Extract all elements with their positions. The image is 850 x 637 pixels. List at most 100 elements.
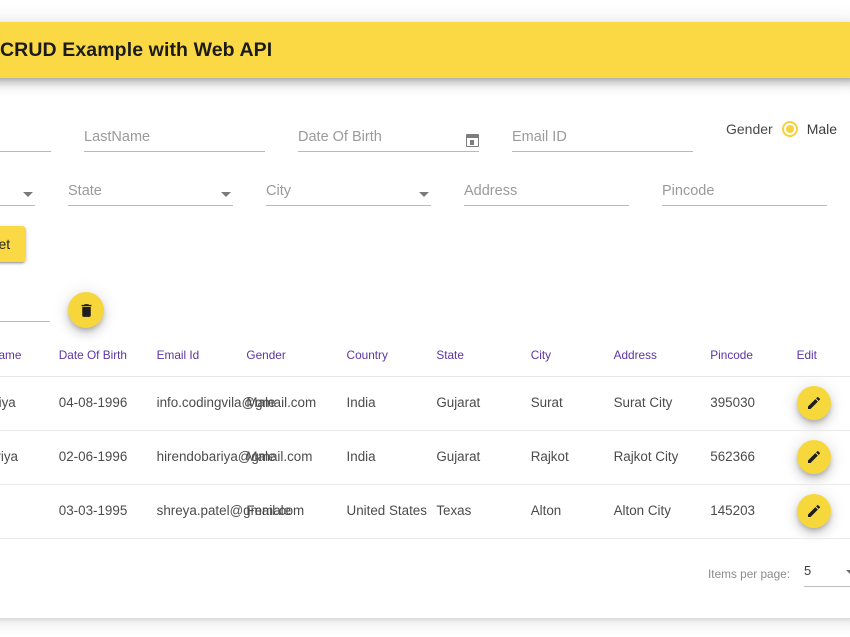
cell-pincode: 145203 xyxy=(710,484,797,539)
top-gutter xyxy=(0,0,850,22)
col-header-state: State xyxy=(436,334,531,377)
pencil-icon xyxy=(807,396,820,409)
first-name-field[interactable]: FirstName xyxy=(0,108,51,162)
table-row[interactable]: Nikunj Satasiya 04-08-1996 info.codingvi… xyxy=(0,376,850,431)
calendar-icon[interactable] xyxy=(466,134,479,147)
reset-button[interactable]: Reset xyxy=(0,226,27,262)
cell-state: Texas xyxy=(436,484,531,539)
cell-last-name: Satasiya xyxy=(0,376,59,431)
search-underline xyxy=(0,321,50,322)
city-underline xyxy=(266,205,431,206)
cell-country: India xyxy=(346,376,437,431)
state-placeholder: State xyxy=(68,183,102,199)
cell-last-name: Patel xyxy=(0,484,59,539)
table-body: Nikunj Satasiya 04-08-1996 info.codingvi… xyxy=(0,376,850,539)
address-underline xyxy=(464,205,629,206)
app-viewport: CRUD Example with Web API FirstName Last… xyxy=(0,0,850,637)
cell-address: Surat City xyxy=(613,376,711,431)
table-header-row: First Name Last Name Date Of Birth Email… xyxy=(0,334,850,377)
gender-label: Gender xyxy=(726,121,773,137)
cell-edit xyxy=(796,376,850,431)
content-card: FirstName LastName Date Of Birth Email I… xyxy=(0,86,850,618)
gender-radio-male-label: Male xyxy=(806,121,838,137)
date-of-birth-field[interactable]: Date Of Birth xyxy=(298,108,479,162)
form-row-2: Country State City xyxy=(0,162,850,216)
items-per-page-select[interactable]: 5 xyxy=(804,561,850,587)
col-header-gender: Gender xyxy=(246,334,347,377)
cell-pincode: 395030 xyxy=(710,376,797,431)
cell-city: Rajkot xyxy=(530,430,614,485)
chevron-down-icon[interactable] xyxy=(221,192,231,197)
items-per-page-value: 5 xyxy=(804,563,812,578)
cell-edit xyxy=(796,430,850,485)
date-of-birth-placeholder: Date Of Birth xyxy=(298,129,382,145)
search-input[interactable]: Search xyxy=(0,286,50,334)
last-name-field[interactable]: LastName xyxy=(84,108,265,162)
gender-radio-group[interactable]: Gender Male xyxy=(726,102,837,156)
cell-country: India xyxy=(346,430,437,485)
edit-button[interactable] xyxy=(796,440,831,474)
cell-address: Rajkot City xyxy=(613,430,711,485)
records-table: First Name Last Name Date Of Birth Email… xyxy=(0,334,850,539)
first-name-underline xyxy=(0,151,51,152)
email-id-underline xyxy=(512,151,693,152)
gender-radio-male[interactable] xyxy=(781,121,798,137)
col-header-city: City xyxy=(530,334,614,377)
edit-button[interactable] xyxy=(796,494,831,528)
col-header-email-id: Email Id xyxy=(156,334,247,377)
cell-last-name: Dobariya xyxy=(0,430,59,485)
email-id-placeholder: Email ID xyxy=(512,129,567,145)
col-header-edit: Edit xyxy=(796,334,850,377)
chevron-down-icon[interactable] xyxy=(846,570,850,575)
form-row-1: FirstName LastName Date Of Birth Email I… xyxy=(0,108,850,162)
card-inner: FirstName LastName Date Of Birth Email I… xyxy=(0,86,850,618)
records-table-container: First Name Last Name Date Of Birth Email… xyxy=(0,334,850,539)
paginator: Items per page: 5 xyxy=(0,550,850,598)
state-field[interactable]: State xyxy=(68,162,233,216)
chevron-down-icon[interactable] xyxy=(23,192,33,197)
last-name-underline xyxy=(84,151,265,152)
col-header-country: Country xyxy=(346,334,437,377)
col-header-last-name: Last Name xyxy=(0,334,59,377)
address-placeholder: Address xyxy=(464,183,518,199)
pencil-icon xyxy=(807,450,820,463)
cell-city: Surat xyxy=(530,376,614,431)
col-header-date-of-birth: Date Of Birth xyxy=(58,334,157,377)
city-placeholder: City xyxy=(266,183,291,199)
app-toolbar: CRUD Example with Web API xyxy=(0,22,850,78)
cell-state: Gujarat xyxy=(436,376,531,431)
cell-country: United States xyxy=(346,484,437,539)
pincode-field[interactable]: Pincode xyxy=(662,162,827,216)
pincode-placeholder: Pincode xyxy=(662,183,715,199)
app-title: CRUD Example with Web API xyxy=(0,38,273,61)
cell-state: Gujarat xyxy=(436,430,531,485)
cell-email: hirendobariya@gmail.com xyxy=(156,430,312,485)
trash-icon xyxy=(81,303,91,317)
cell-date-of-birth: 02-06-1996 xyxy=(58,430,157,485)
last-name-placeholder: LastName xyxy=(84,129,151,145)
delete-button[interactable] xyxy=(68,292,104,328)
pencil-icon xyxy=(807,504,820,517)
state-underline xyxy=(68,205,233,206)
cell-email: shreya.patel@gmail.com xyxy=(156,484,304,539)
edit-button[interactable] xyxy=(796,386,831,420)
cell-email: info.codingvila@gmail.com xyxy=(156,376,316,431)
chevron-down-icon[interactable] xyxy=(419,192,429,197)
city-field[interactable]: City xyxy=(266,162,431,216)
cell-pincode: 562366 xyxy=(710,430,797,485)
email-id-field[interactable]: Email ID xyxy=(512,108,693,162)
form-action-buttons: Submit Reset xyxy=(0,226,27,262)
table-row[interactable]: Hiren Dobariya 02-06-1996 hirendobariya@… xyxy=(0,430,850,485)
table-header: First Name Last Name Date Of Birth Email… xyxy=(0,334,850,377)
country-field[interactable]: Country xyxy=(0,162,35,216)
cell-edit xyxy=(796,484,850,539)
cell-date-of-birth: 03-03-1995 xyxy=(58,484,157,539)
col-header-pincode: Pincode xyxy=(710,334,797,377)
items-per-page-label: Items per page: xyxy=(708,567,790,581)
address-field[interactable]: Address xyxy=(464,162,629,216)
country-underline xyxy=(0,205,35,206)
cell-address: Alton City xyxy=(613,484,711,539)
entry-form: FirstName LastName Date Of Birth Email I… xyxy=(0,108,850,216)
table-row[interactable]: Shreya Patel 03-03-1995 shreya.patel@gma… xyxy=(0,484,850,539)
col-header-address: Address xyxy=(613,334,711,377)
